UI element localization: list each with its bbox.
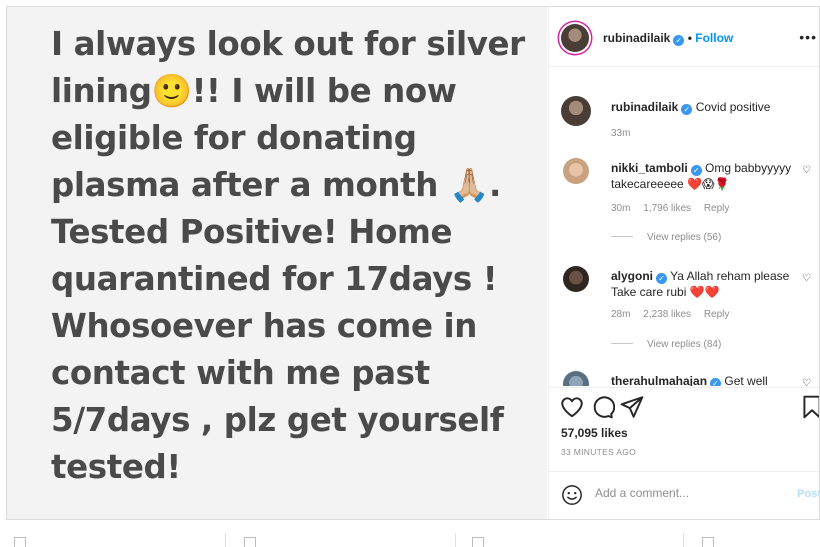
comment-meta: 30m 1,796 likes Reply <box>611 203 739 214</box>
verified-badge-icon: ✓ <box>710 378 722 386</box>
post-side-panel: rubinadilaik ✓ • Follow ••• rubinadilaik ✓… <box>548 7 820 519</box>
comment-time: 28m <box>611 309 631 320</box>
view-replies-button[interactable]: View replies (56) <box>611 232 721 243</box>
instagram-post-window: I always look out for silver lining🙂!! I… <box>6 6 820 520</box>
caption-text: rubinadilaik ✓ Covid positive <box>611 99 799 115</box>
caption-time: 33m <box>611 128 631 139</box>
comment-avatar[interactable] <box>563 371 589 386</box>
caption-meta: 33m <box>611 128 640 139</box>
bottom-thumbnail-strip <box>0 523 820 547</box>
verified-badge-icon: ✓ <box>656 273 668 284</box>
author-username-row: rubinadilaik ✓ • Follow <box>603 31 733 46</box>
comment-likes[interactable]: 2,238 likes <box>643 309 691 320</box>
view-replies-label[interactable]: View replies (84) <box>647 339 721 350</box>
comment-likes[interactable]: 1,796 likes <box>643 203 691 214</box>
author-avatar[interactable] <box>561 24 589 52</box>
comment-icon[interactable] <box>589 394 615 420</box>
post-image-text: I always look out for silver lining🙂!! I… <box>51 21 541 491</box>
post-image[interactable]: I always look out for silver lining🙂!! I… <box>7 7 547 519</box>
post-text-line: tested! <box>51 448 181 486</box>
comment-username[interactable]: therahulmahajan <box>611 374 707 386</box>
caption-body: Covid positive <box>695 100 771 114</box>
comment-like-heart-icon[interactable]: ♡ <box>802 273 811 284</box>
post-comment-button[interactable]: Post <box>797 488 819 500</box>
verified-badge-icon: ✓ <box>673 35 685 46</box>
comment-text: therahulmahajan ✓ Get well <box>611 373 799 386</box>
thumbnail-placeholder-icon <box>244 537 256 547</box>
comment-reply-button[interactable]: Reply <box>704 309 730 320</box>
verified-badge-icon: ✓ <box>690 165 702 176</box>
post-text-line: I always look out for silver <box>51 25 525 63</box>
comment-avatar[interactable] <box>563 158 589 184</box>
strip-divider <box>225 533 226 547</box>
post-text-line: lining🙂!! I will be now <box>51 72 457 110</box>
post-timestamp[interactable]: 33 MINUTES AGO <box>561 447 636 457</box>
post-text-line: quarantined for 17days ! <box>51 260 498 298</box>
post-text-line: eligible for donating <box>51 119 417 157</box>
view-replies-label[interactable]: View replies (56) <box>647 232 721 243</box>
follow-button[interactable]: Follow <box>695 31 733 45</box>
comment-meta: 28m 2,238 likes Reply <box>611 309 739 320</box>
verified-badge-icon: ✓ <box>681 104 693 115</box>
view-replies-button[interactable]: View replies (84) <box>611 339 721 350</box>
caption-avatar[interactable] <box>561 96 591 126</box>
thumbnail-placeholder-icon <box>14 537 26 547</box>
comment-username[interactable]: alygoni <box>611 269 653 283</box>
more-options-icon[interactable]: ••• <box>799 30 817 44</box>
thumbnail-placeholder-icon <box>702 537 714 547</box>
comment-text: nikki_tamboli ✓ Omg babbyyyyy takecareeee… <box>611 160 799 192</box>
follow-separator: • <box>687 31 692 45</box>
smile-icon[interactable] <box>561 484 583 506</box>
caption-username[interactable]: rubinadilaik <box>611 100 678 114</box>
post-text-line: contact with me past <box>51 354 430 392</box>
post-text-line: 5/7days , plz get yourself <box>51 401 504 439</box>
comment-reply-button[interactable]: Reply <box>704 203 730 214</box>
strip-divider <box>683 533 684 547</box>
comment-like-heart-icon[interactable]: ♡ <box>802 165 811 176</box>
comment-avatar[interactable] <box>563 266 589 292</box>
replies-divider <box>611 236 633 237</box>
comment-body: Get well <box>724 374 768 386</box>
comment-username[interactable]: nikki_tamboli <box>611 161 688 175</box>
likes-count[interactable]: 57,095 likes <box>561 426 628 440</box>
comment-like-heart-icon[interactable]: ♡ <box>802 378 811 386</box>
add-comment-input[interactable] <box>595 486 785 500</box>
replies-divider <box>611 343 633 344</box>
post-header: rubinadilaik ✓ • Follow ••• <box>549 7 819 67</box>
strip-divider <box>455 533 456 547</box>
add-comment-bar: Post <box>549 471 819 519</box>
post-text-line: plasma after a month 🙏🏼. <box>51 166 501 204</box>
author-username[interactable]: rubinadilaik <box>603 31 670 45</box>
share-icon[interactable] <box>619 394 645 420</box>
post-text-line: Whosoever has come in <box>51 307 478 345</box>
post-text-line: Tested Positive! Home <box>51 213 453 251</box>
bookmark-icon[interactable] <box>799 394 820 420</box>
thumbnail-placeholder-icon <box>472 537 484 547</box>
comment-text: alygoni ✓ Ya Allah reham please Take care… <box>611 268 799 300</box>
heart-icon[interactable] <box>559 394 585 420</box>
comments-list[interactable]: rubinadilaik ✓ Covid positive 33m nikki_t… <box>549 68 819 386</box>
comment-time: 30m <box>611 203 631 214</box>
post-actions: 57,095 likes 33 MINUTES AGO <box>549 387 820 471</box>
